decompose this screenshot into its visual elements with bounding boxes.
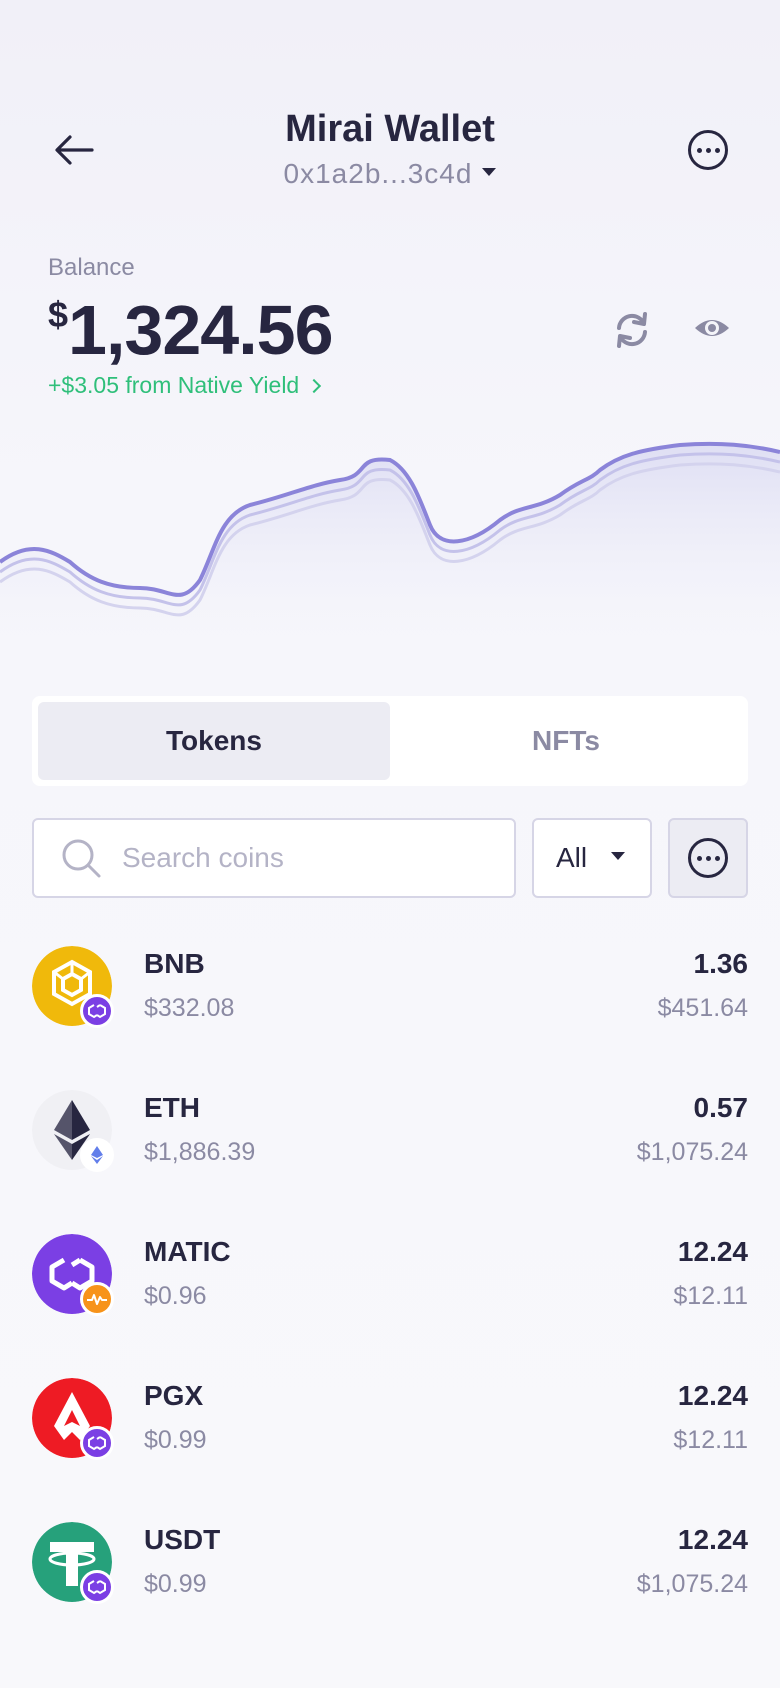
balance-label: Balance [48,254,135,281]
token-quantity: 12.24 [677,1524,748,1555]
dot [705,147,711,153]
token-price: $0.99 [144,1570,207,1598]
token-quantity: 0.57 [693,1092,749,1123]
token-value: $1,075.24 [636,1138,748,1166]
polygon-icon [80,994,114,1028]
token-price: $0.99 [144,1426,207,1454]
wallet-address: 0x1a2b...3c4d [283,158,473,189]
arbitrum-icon [80,1282,114,1316]
header: Mirai Wallet 0x1a2b...3c4d [0,0,780,240]
more-options-button[interactable] [688,130,728,170]
token-value: $12.11 [673,1426,748,1454]
search-box [32,818,516,898]
token-price: $0.96 [144,1282,207,1310]
wallet-address-dropdown[interactable]: 0x1a2b...3c4d [0,158,780,190]
token-value: $451.64 [657,994,748,1022]
token-symbol: BNB [144,948,205,979]
tab-tokens[interactable]: Tokens [38,702,390,780]
ethereum-icon [80,1138,114,1172]
token-symbol: ETH [144,1092,200,1123]
filter-value: All [556,842,588,873]
chevron-right-icon [307,378,322,394]
caret-down-icon [482,167,497,176]
token-row-matic[interactable]: MATIC $0.96 12.24 $12.11 [0,1232,780,1376]
token-quantity: 1.36 [693,948,749,979]
balance-amount: $1,324.56 [48,290,334,370]
more-options-icon [688,838,728,878]
dot [696,147,702,153]
search-input[interactable] [122,842,502,874]
token-price: $332.08 [144,994,235,1022]
polygon-icon [80,1426,114,1460]
asset-tabs: Tokens NFTs [32,696,748,786]
eye-icon[interactable] [692,310,732,346]
token-symbol: MATIC [144,1236,231,1267]
caret-down-icon [611,852,626,860]
token-value: $1,075.24 [636,1570,748,1598]
token-quantity: 12.24 [677,1380,748,1411]
native-yield-link[interactable]: +$3.05 from Native Yield [48,372,322,399]
token-row-usdt[interactable]: USDT $0.99 12.24 $1,075.24 [0,1520,780,1664]
tab-nfts[interactable]: NFTs [390,702,742,780]
token-symbol: USDT [144,1524,221,1555]
yield-text: +$3.05 from Native Yield [48,372,300,398]
refresh-icon[interactable] [612,310,652,350]
token-quantity: 12.24 [677,1236,748,1267]
balance-chart [0,441,780,660]
dot [714,147,720,153]
balance-currency: $ [48,294,69,335]
balance-value: 1,324.56 [68,291,333,369]
token-value: $12.11 [673,1282,748,1310]
token-symbol: PGX [144,1380,204,1411]
filter-dropdown[interactable]: All [532,818,652,898]
token-row-pgx[interactable]: PGX $0.99 12.24 $12.11 [0,1376,780,1520]
wallet-title: Mirai Wallet [285,108,495,150]
token-price: $1,886.39 [144,1138,256,1166]
token-list: BNB $332.08 1.36 $451.64 ETH $1,886.39 0… [0,944,780,1664]
list-options-button[interactable] [668,818,748,898]
token-row-eth[interactable]: ETH $1,886.39 0.57 $1,075.24 [0,1088,780,1232]
token-row-bnb[interactable]: BNB $332.08 1.36 $451.64 [0,944,780,1088]
search-icon [62,839,101,878]
polygon-icon [80,1570,114,1604]
